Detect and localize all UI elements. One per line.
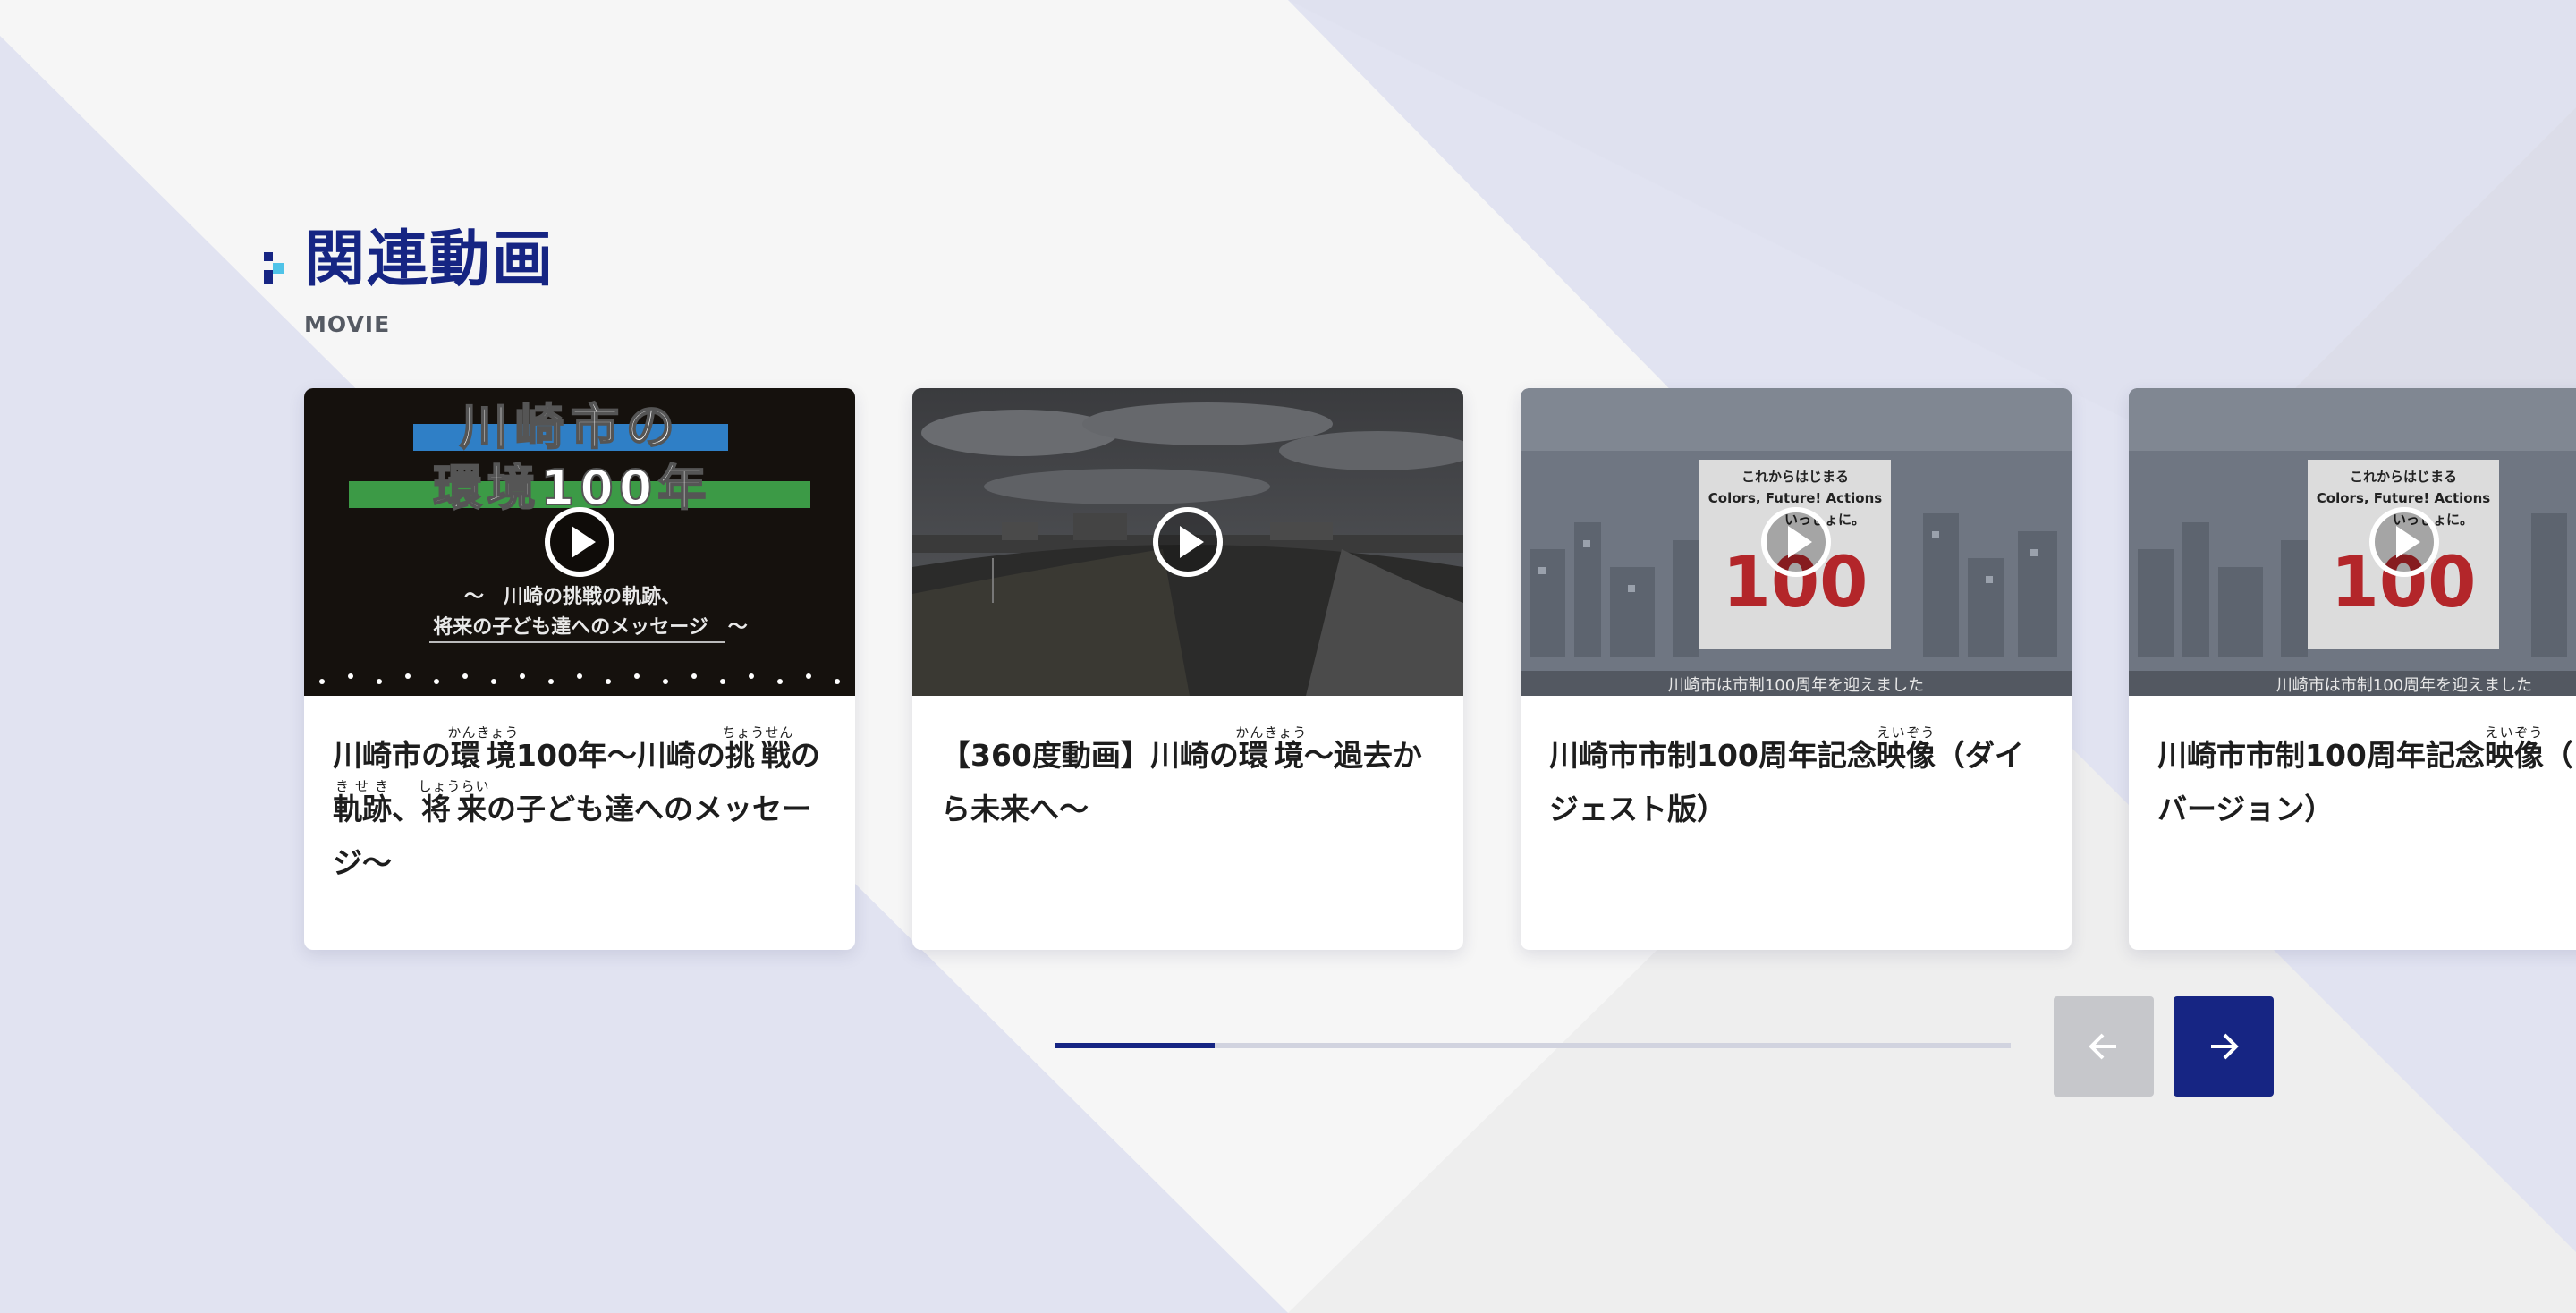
thumbnail-caption1: 〜 川崎の挑戦の軌跡、 — [464, 585, 681, 608]
video-title[interactable]: 川崎市市制100周年記念映像えいぞう（ダイジェスト版） — [1549, 724, 2046, 836]
video-title[interactable]: 【360度動画】川崎の環境かんきょう〜過去から未来へ〜 — [941, 724, 1438, 836]
heading-marker-icon — [264, 252, 285, 288]
section-subtitle: MOVIE — [304, 311, 391, 337]
play-circle-icon[interactable] — [2368, 506, 2440, 578]
play-circle-icon[interactable] — [544, 506, 615, 578]
poster-line2: Colors, Future! Actions — [2317, 490, 2490, 506]
video-carousel: 川崎市の 環境100年 〜 川崎の挑戦の軌跡、 将来の子ども達へのメッセージ 〜 — [0, 388, 2576, 952]
play-circle-icon[interactable] — [1760, 506, 1832, 578]
video-card[interactable]: 【360度動画】川崎の環境かんきょう〜過去から未来へ〜 — [912, 388, 1463, 950]
poster-line2: Colors, Future! Actions — [1708, 490, 1882, 506]
video-thumbnail[interactable] — [912, 388, 1463, 696]
thumbnail-caption2: 将来の子ども達へのメッセージ 〜 — [433, 615, 748, 639]
video-thumbnail[interactable]: 川崎市の 環境100年 〜 川崎の挑戦の軌跡、 将来の子ども達へのメッセージ 〜 — [304, 388, 855, 696]
video-thumbnail[interactable]: これからはじまる Colors, Future! Actions いっしょに。 … — [1521, 388, 2072, 696]
video-title[interactable]: 川崎市の環境かんきょう100年〜川崎の挑戦ちょうせんの軌跡きせき、将来しょうらい… — [333, 724, 830, 890]
video-card[interactable]: これからはじまる Colors, Future! Actions いっしょに。 … — [2129, 388, 2576, 950]
carousel-prev-button[interactable] — [2054, 996, 2154, 1097]
thumbnail-banner: 川崎市は市制100周年を迎えました — [1668, 676, 1924, 695]
video-card[interactable]: これからはじまる Colors, Future! Actions いっしょに。 … — [1521, 388, 2072, 950]
video-thumbnail[interactable]: これからはじまる Colors, Future! Actions いっしょに。 … — [2129, 388, 2576, 696]
play-circle-icon[interactable] — [1152, 506, 1224, 578]
section-title: 関連動画 — [304, 224, 555, 295]
thumbnail-banner: 川崎市は市制100周年を迎えました — [2276, 676, 2532, 695]
video-card[interactable]: 川崎市の 環境100年 〜 川崎の挑戦の軌跡、 将来の子ども達へのメッセージ 〜 — [304, 388, 855, 950]
thumbnail-line1: 川崎市の — [460, 399, 682, 455]
poster-line1: これからはじまる — [1741, 469, 1849, 485]
arrow-right-icon — [2211, 1033, 2239, 1060]
video-title[interactable]: 川崎市市制100周年記念映像えいぞう（ バージョン） — [2157, 724, 2576, 836]
thumbnail-image: これからはじまる Colors, Future! Actions いっしょに。 … — [2129, 388, 2576, 696]
carousel-next-button[interactable] — [2174, 996, 2274, 1097]
arrow-left-icon — [2089, 1033, 2116, 1060]
poster-line1: これからはじまる — [2350, 469, 2457, 485]
carousel-progress-fill — [1055, 1043, 1216, 1048]
carousel-progress-bar — [1055, 1043, 2011, 1048]
